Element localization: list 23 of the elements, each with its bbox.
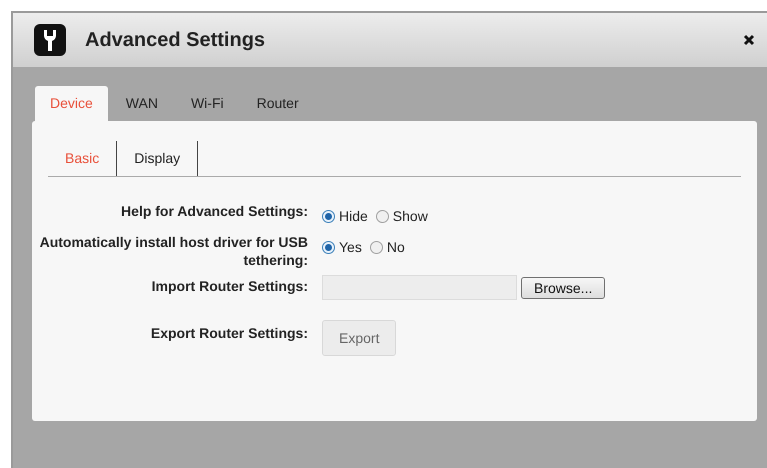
close-icon[interactable] bbox=[743, 34, 755, 46]
radio-label: Yes bbox=[339, 238, 362, 257]
radio-button[interactable] bbox=[322, 241, 335, 254]
radio-label: Hide bbox=[339, 207, 368, 226]
subtab[interactable]: Display bbox=[117, 141, 198, 176]
setting-label: Help for Advanced Settings: bbox=[120, 202, 308, 221]
tab[interactable]: Router bbox=[242, 86, 314, 121]
setting-label: Automatically install host driver for USB tethering: bbox=[38, 233, 308, 269]
tab[interactable]: Device bbox=[35, 86, 108, 121]
subtab[interactable]: Basic bbox=[48, 141, 118, 176]
window-title: Advanced Settings bbox=[85, 28, 266, 53]
browse-button[interactable]: Browse... bbox=[521, 276, 606, 298]
radio-button[interactable] bbox=[370, 241, 383, 254]
radio-button[interactable] bbox=[322, 210, 335, 223]
radio-button[interactable] bbox=[376, 210, 389, 223]
setting-label: Export Router Settings: bbox=[150, 324, 308, 343]
radio-label: Show bbox=[392, 207, 428, 226]
radio-label: No bbox=[386, 238, 405, 257]
wrench-icon bbox=[34, 24, 66, 56]
tab[interactable]: Wi-Fi bbox=[176, 86, 239, 121]
tab[interactable]: WAN bbox=[110, 86, 173, 121]
setting-label: Import Router Settings: bbox=[150, 277, 308, 296]
file-path-field[interactable] bbox=[322, 275, 517, 300]
